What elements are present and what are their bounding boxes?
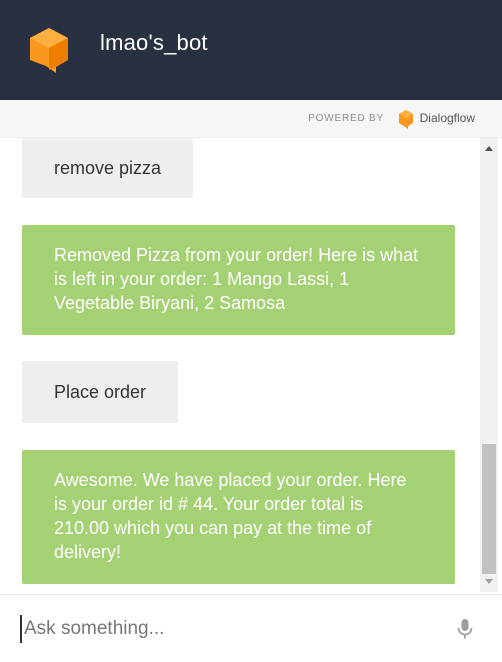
scroll-up-arrow-icon[interactable] (485, 146, 493, 151)
dialogflow-cube-icon (30, 28, 68, 73)
scroll-thumb[interactable] (482, 444, 496, 574)
bot-title: lmao's_bot (100, 30, 208, 55)
dialogflow-logo-icon (399, 110, 413, 129)
input-bar (0, 594, 502, 662)
message-text: Awesome. We have placed your order. Here… (54, 470, 407, 562)
bot-message: Awesome. We have placed your order. Here… (22, 450, 455, 584)
bot-message: Removed Pizza from your order! Here is w… (22, 225, 455, 335)
user-message: remove pizza (22, 138, 194, 198)
message-list[interactable]: remove pizza Removed Pizza from your ord… (0, 138, 480, 592)
dialogflow-brand: Dialogflow (419, 111, 475, 125)
chat-header: lmao's_bot (0, 0, 502, 100)
query-input[interactable] (20, 615, 430, 643)
message-text: remove pizza (54, 158, 162, 178)
scroll-down-arrow-icon[interactable] (485, 579, 493, 584)
microphone-icon[interactable] (456, 618, 474, 640)
chat-scrollbar[interactable] (480, 138, 498, 592)
message-text: Removed Pizza from your order! Here is w… (54, 245, 419, 313)
message-text: Place order (54, 382, 147, 402)
powered-by-bar: POWERED BY Dialogflow (0, 100, 502, 138)
powered-by-label: POWERED BY (308, 113, 384, 124)
user-message: Place order (22, 361, 179, 423)
